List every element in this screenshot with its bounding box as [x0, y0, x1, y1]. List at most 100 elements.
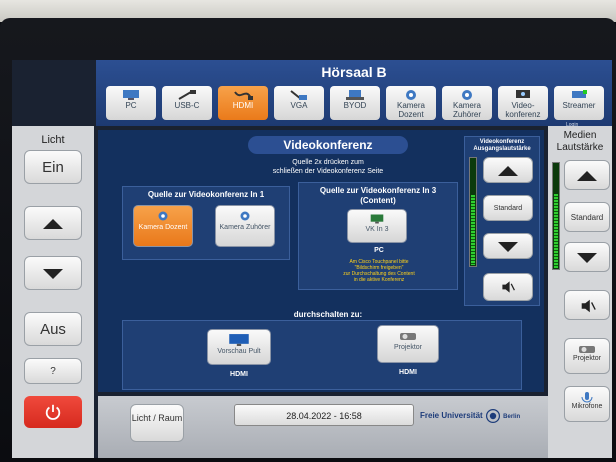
media-header-line2: Lautstärke: [556, 142, 604, 153]
help-button[interactable]: ?: [24, 358, 82, 384]
university-logo: Freie Universität Berlin: [420, 408, 544, 426]
camera-icon: [406, 90, 416, 100]
vk-in3-panel: Quelle zur Videokonferenz In 3 (Content)…: [298, 182, 458, 290]
vk-volume-title-line1: Videokonferenz: [479, 139, 525, 145]
switch-vorschau-pult-button[interactable]: Vorschau Pult: [207, 329, 271, 365]
source-label: Video-konferenz: [505, 101, 541, 119]
media-volume-meter-fill: [554, 193, 558, 268]
light-room-button[interactable]: Licht / Raum: [130, 404, 184, 442]
monitor-icon: [229, 334, 249, 346]
vk-volume-title: Videokonferenz Ausgangslautstärke: [465, 139, 539, 153]
arrow-down-icon: [498, 242, 518, 252]
switch-panel: Vorschau Pult HDMI Projektor HDMI: [122, 320, 522, 390]
close-instruction: Quelle 2x drücken zum schließen der Vide…: [228, 158, 428, 176]
vk-in1-panel: Quelle zur Videokonferenz In 1 Kamera Do…: [122, 186, 290, 260]
vk-mute-button[interactable]: [483, 273, 533, 301]
switch-dest2-sub: HDMI: [399, 369, 417, 376]
brand-city: Berlin: [503, 414, 521, 421]
light-on-button[interactable]: Ein: [24, 150, 82, 184]
vk-in3-button[interactable]: VK In 3: [347, 209, 407, 243]
bottom-bar: Licht / Raum 28.04.2022 - 16:58 Freie Un…: [98, 396, 548, 458]
microphone-icon: [581, 392, 593, 403]
source-label: Streamer: [562, 101, 596, 110]
vk-volume-title-line2: Ausgangslautstärke: [473, 146, 531, 152]
vk-in1-kamera-zuhoerer-button[interactable]: Kamera Zuhörer: [215, 205, 275, 247]
source-byod-button[interactable]: BYOD: [330, 86, 380, 120]
source-vga-button[interactable]: VGA: [274, 86, 324, 120]
power-button[interactable]: [24, 396, 82, 428]
vk-volume-meter: [469, 157, 477, 267]
source-hdmi-button[interactable]: HDMI: [218, 86, 268, 120]
light-column: Licht Ein Aus ?: [12, 126, 94, 458]
source-bar: Hörsaal B PC USB-C HDMI VGA BYOD Kamera …: [96, 60, 612, 128]
hdmi-cable-icon: [234, 91, 253, 100]
media-volume-column: Medien Lautstärke Standard Projektor Mik…: [548, 126, 612, 458]
source-kamera-dozent-button[interactable]: Kamera Dozent: [386, 86, 436, 120]
source-pc-button[interactable]: PC: [106, 86, 156, 120]
videoconference-panel: Videokonferenz Quelle 2x drücken zum sch…: [98, 130, 544, 392]
source-label: USB-C: [174, 101, 200, 110]
monitor-icon: [370, 214, 384, 224]
speaker-mute-icon: [581, 299, 596, 313]
light-up-button[interactable]: [24, 206, 82, 240]
vk-in1-btn2-label: Kamera Zuhörer: [219, 224, 271, 231]
projector-icon: [579, 346, 595, 353]
media-volume-header: Medien Lautstärke: [548, 130, 612, 154]
speaker-mute-icon: [502, 281, 515, 293]
projector-label: Projektor: [572, 355, 601, 362]
source-videokonferenz-button[interactable]: Video-konferenz: [498, 86, 548, 120]
source-label: PC: [125, 101, 137, 110]
vk-volume-panel: Videokonferenz Ausgangslautstärke Standa…: [464, 136, 540, 306]
streamer-icon: [572, 90, 587, 98]
switch-dest1-label: Vorschau Pult: [217, 348, 261, 355]
media-standard-button[interactable]: Standard: [564, 202, 610, 232]
switch-title: durchschalten zu:: [293, 310, 363, 319]
arrow-down-icon: [577, 253, 597, 263]
microphone-button[interactable]: Mikrofone: [564, 386, 610, 422]
source-label: BYOD: [343, 101, 367, 110]
vk-standard-button[interactable]: Standard: [483, 195, 533, 221]
projector-button[interactable]: Projektor: [564, 338, 610, 374]
projector-icon: [400, 333, 416, 340]
light-off-button[interactable]: Aus: [24, 312, 82, 346]
page-title: Videokonferenz: [283, 138, 373, 152]
vk-in1-title: Quelle zur Videokonferenz In 1: [147, 190, 265, 199]
source-kamera-zuhoerer-button[interactable]: Kamera Zuhörer: [442, 86, 492, 120]
page-title-pill: Videokonferenz: [248, 136, 408, 154]
instruction-line2: schließen der Videokonferenz Seite: [272, 168, 384, 175]
brand-text: Freie Universität: [420, 411, 483, 421]
arrow-down-icon: [43, 269, 63, 279]
media-header-line1: Medien: [563, 130, 597, 141]
instruction-line1: Quelle 2x drücken zum: [292, 159, 364, 166]
microphone-label: Mikrofone: [571, 403, 603, 410]
light-header: Licht: [41, 134, 65, 146]
vk-in3-title-line2: (Content): [360, 196, 396, 205]
camera-icon: [240, 211, 250, 221]
media-volume-down-button[interactable]: [564, 242, 610, 272]
switch-projektor-button[interactable]: Projektor: [377, 325, 439, 363]
power-icon: [45, 404, 61, 420]
source-streamer-button[interactable]: Streamer: [554, 86, 604, 120]
source-usb-c-button[interactable]: USB-C: [162, 86, 212, 120]
vk-in1-kamera-dozent-button[interactable]: Kamera Dozent: [133, 205, 193, 247]
vk-in3-source: PC: [374, 247, 384, 254]
laptop-icon: [346, 90, 364, 100]
media-mute-button[interactable]: [564, 290, 610, 320]
vga-cable-icon: [290, 90, 307, 100]
source-label: Kamera Dozent: [396, 101, 425, 119]
datetime-separator: -: [333, 411, 337, 421]
date-text: 28.04.2022: [286, 411, 332, 421]
vk-volume-up-button[interactable]: [483, 157, 533, 183]
vk-in3-title-line1: Quelle zur Videokonferenz In 3: [319, 186, 437, 195]
vk-volume-down-button[interactable]: [483, 233, 533, 259]
datetime-display: 28.04.2022 - 16:58: [234, 404, 414, 426]
arrow-up-icon: [43, 219, 63, 229]
light-down-button[interactable]: [24, 256, 82, 290]
usb-c-cable-icon: [178, 90, 196, 100]
note-line: in die aktive Konferenz: [353, 277, 405, 283]
arrow-up-icon: [577, 171, 597, 181]
media-volume-up-button[interactable]: [564, 160, 610, 190]
camera-icon: [462, 90, 472, 100]
pc-icon: [123, 90, 139, 100]
touch-screen: Hörsaal B PC USB-C HDMI VGA BYOD Kamera …: [12, 60, 612, 458]
